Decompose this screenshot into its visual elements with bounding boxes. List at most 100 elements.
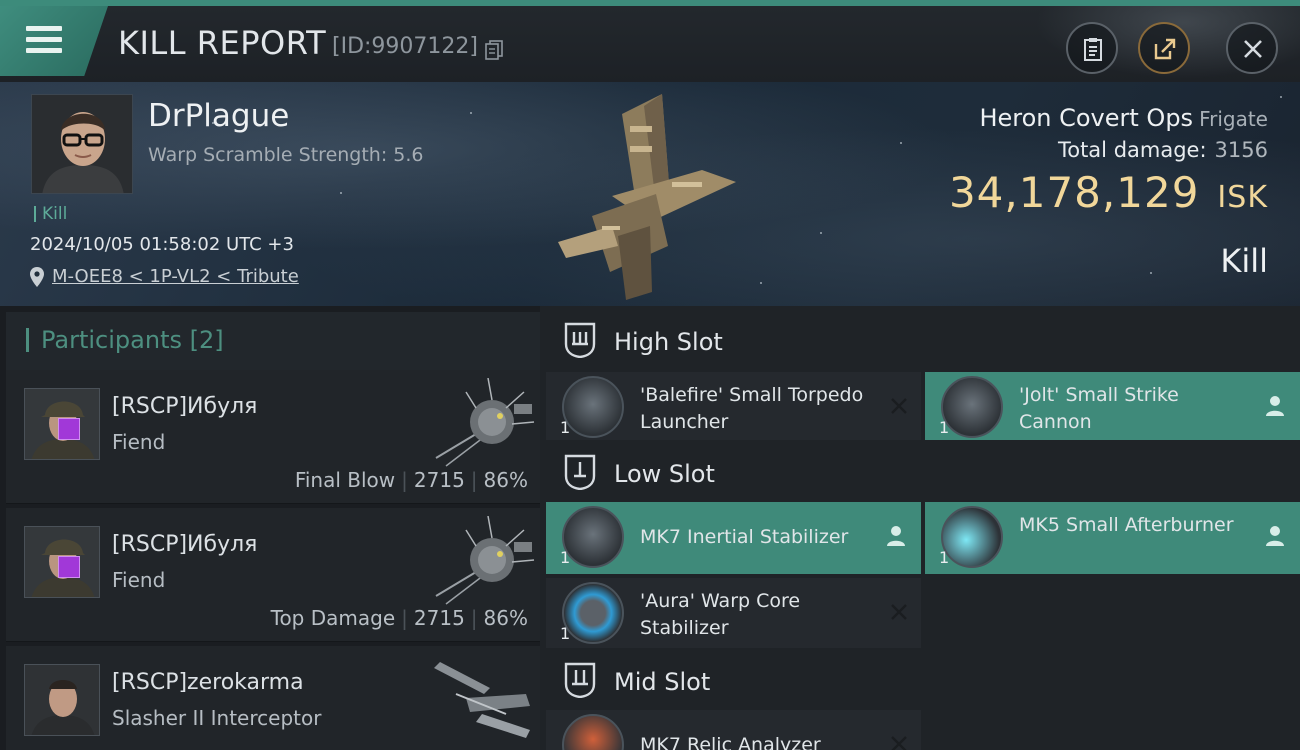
participant-portrait [25, 665, 99, 735]
participant-damage: 2715 [413, 606, 465, 630]
participant-stats: Final Blow | 2715 | 86% [295, 468, 528, 492]
mid-slot-icon [564, 662, 596, 698]
module-quantity: 1 [560, 418, 571, 437]
module-name: MK7 Relic Analyzer [640, 734, 821, 750]
victim-avatar[interactable] [31, 94, 133, 194]
low-slot-header: Low Slot [546, 440, 1300, 504]
warp-scramble-strength: Warp Scramble Strength: 5.6 [148, 144, 424, 166]
participant-ship: Fiend [112, 430, 166, 454]
pilot-portrait [32, 95, 132, 193]
star [900, 142, 902, 144]
top-bar: KILL REPORT [ID:9907122] [0, 0, 1300, 88]
module-name: 'Jolt' Small Strike Cannon [1019, 384, 1179, 433]
rank-badge [58, 418, 80, 440]
module-item[interactable]: 1 MK7 Inertial Stabilizer [546, 502, 921, 574]
isk-unit: ISK [1217, 180, 1268, 215]
star [760, 282, 762, 284]
total-damage-value: 3156 [1214, 138, 1268, 162]
star [470, 112, 472, 114]
kill-result: Kill [1220, 242, 1268, 280]
separator: | [470, 606, 478, 630]
low-slot-icon [564, 454, 596, 490]
report-button[interactable] [1066, 22, 1118, 74]
participants-panel: Participants [2] [RSCP]Ибуля Fiend Final… [0, 306, 540, 750]
module-item[interactable]: 1 'Jolt' Small Strike Cannon [925, 372, 1300, 444]
afterburner-icon [941, 506, 1003, 568]
strike-cannon-icon [941, 376, 1003, 438]
star [1280, 96, 1282, 98]
participant-row[interactable]: [RSCP]zerokarma Slasher II Interceptor [6, 646, 540, 750]
dropped-person-icon [887, 526, 905, 546]
participant-role: Top Damage [270, 606, 396, 630]
mid-slot-label: Mid Slot [614, 668, 711, 696]
menu-button[interactable] [0, 6, 108, 76]
fitting-panel: High Slot 1 'Balefire' Small Torpedo Lau… [540, 306, 1300, 750]
high-slot-label: High Slot [614, 328, 723, 356]
star [1150, 272, 1152, 274]
module-item[interactable]: MK7 Relic Analyzer [546, 710, 921, 750]
participant-stats: Top Damage | 2715 | 86% [271, 606, 528, 630]
module-quantity: 1 [939, 548, 950, 567]
participant-role: Final Blow [294, 468, 396, 492]
location-pin-icon [30, 267, 44, 287]
participants-label: Participants [2] [26, 328, 224, 352]
mid-slot-header: Mid Slot [546, 648, 1300, 712]
participant-row[interactable]: [RSCP]Ибуля Fiend Top Damage | 2715 | 86% [6, 508, 540, 642]
page-title: KILL REPORT [118, 24, 327, 62]
relic-analyzer-icon [562, 714, 624, 750]
participant-ship: Fiend [112, 568, 166, 592]
kill-type-tag: Kill [34, 206, 67, 223]
participant-ship-image [435, 378, 535, 467]
participant-damage: 2715 [413, 468, 465, 492]
location-link[interactable]: M-OEE8 < 1P-VL2 < Tribute [52, 266, 299, 287]
separator: | [401, 468, 408, 492]
module-name: 'Balefire' Small Torpedo Launcher [640, 384, 864, 433]
inertial-stabilizer-icon [562, 506, 624, 568]
dropped-person-icon [1266, 526, 1284, 546]
star [820, 232, 822, 234]
participant-percent: 86% [483, 606, 528, 630]
high-slot-header: High Slot [546, 308, 1300, 372]
close-button[interactable] [1226, 22, 1278, 74]
participant-percent: 86% [483, 468, 528, 492]
module-name: MK5 Small Afterburner [1019, 514, 1234, 536]
victim-panel: DrPlague Warp Scramble Strength: 5.6 Kil… [0, 82, 1300, 306]
victim-ship-name: Heron Covert Ops [979, 104, 1194, 132]
kill-timestamp: 2024/10/05 01:58:02 UTC +3 [30, 234, 294, 255]
participant-name: [RSCP]Ибуля [112, 532, 258, 557]
separator: | [401, 606, 408, 630]
module-item[interactable]: 1 'Balefire' Small Torpedo Launcher [546, 372, 921, 444]
participant-name: [RSCP]Ибуля [112, 394, 258, 419]
participant-ship-image [434, 662, 530, 738]
torpedo-launcher-icon [562, 376, 624, 438]
participant-name: [RSCP]zerokarma [112, 670, 304, 695]
share-icon [1154, 38, 1176, 60]
victim-ship-image[interactable] [552, 86, 752, 300]
participants-count: [2] [189, 326, 224, 354]
warp-core-stabilizer-icon [562, 582, 624, 644]
participants-title: Participants [41, 326, 182, 354]
participant-ship-image [435, 516, 535, 605]
destroyed-icon [891, 736, 907, 750]
isk-amount: 34,178,129 [948, 168, 1200, 217]
module-item[interactable]: 1 'Aura' Warp Core Stabilizer [546, 578, 921, 650]
module-item[interactable]: 1 MK5 Small Afterburner [925, 502, 1300, 574]
copy-icon[interactable] [485, 40, 503, 60]
victim-ship-class: Frigate [1199, 107, 1268, 131]
menu-icon-bar [26, 48, 62, 53]
close-icon [1244, 40, 1262, 58]
star [340, 192, 342, 194]
participant-avatar [24, 664, 100, 736]
clipboard-icon [1084, 38, 1102, 61]
high-slot-icon [564, 322, 596, 358]
destroyed-icon [891, 398, 907, 414]
module-name: MK7 Inertial Stabilizer [640, 526, 849, 548]
total-damage-label: Total damage: [1057, 138, 1207, 162]
participant-row[interactable]: [RSCP]Ибуля Fiend Final Blow | 2715 | 86% [6, 370, 540, 504]
separator: | [470, 468, 478, 492]
share-button[interactable] [1138, 22, 1190, 74]
module-quantity: 1 [560, 548, 571, 567]
kill-id: [ID:9907122] [332, 34, 478, 59]
low-slot-label: Low Slot [614, 460, 715, 488]
dropped-person-icon [1266, 396, 1284, 416]
